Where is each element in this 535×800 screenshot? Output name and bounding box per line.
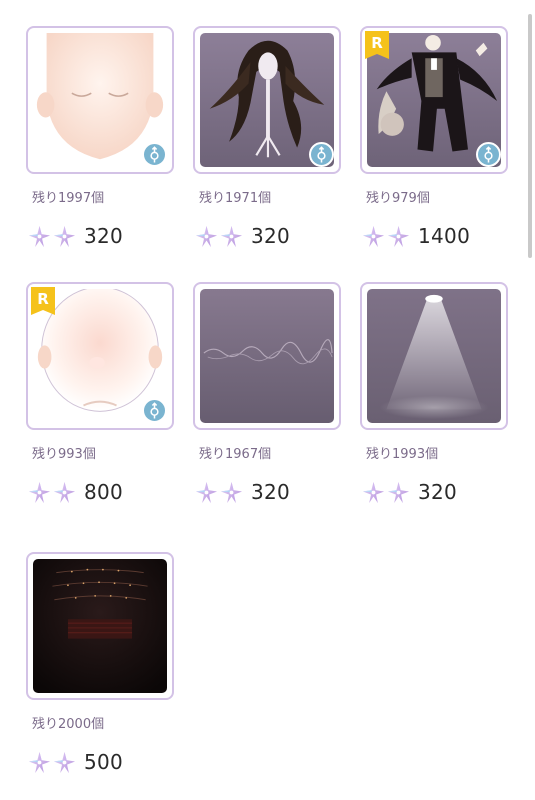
crystal-flower-icon	[53, 481, 76, 504]
price: 320	[251, 224, 291, 248]
scrollbar[interactable]	[528, 14, 532, 258]
unisex-gender-icon	[309, 142, 334, 167]
price: 500	[84, 750, 124, 774]
price-row: 500	[28, 748, 174, 776]
item-thumbnail[interactable]	[26, 26, 174, 174]
script-text-background-image	[200, 289, 334, 423]
price: 320	[251, 480, 291, 504]
item-thumbnail[interactable]	[193, 26, 341, 174]
crystal-flower-icon	[195, 481, 218, 504]
price-row: 320	[195, 222, 341, 250]
shop-item-card[interactable]: R 残り993個 800	[26, 282, 174, 506]
unisex-gender-icon	[142, 142, 167, 167]
unisex-gender-icon	[476, 142, 501, 167]
shop-item-card[interactable]: 残り1997個 320	[26, 26, 174, 250]
item-thumbnail[interactable]: R	[26, 282, 174, 430]
price: 320	[84, 224, 124, 248]
shop-item-card[interactable]: 残り2000個 500	[26, 552, 174, 776]
crystal-flower-icon	[220, 225, 243, 248]
crystal-flower-icon	[362, 225, 385, 248]
unisex-gender-icon	[142, 398, 167, 423]
remaining-count: 残り2000個	[32, 717, 105, 732]
remaining-count: 残り1997個	[32, 191, 105, 206]
crystal-flower-icon	[195, 225, 218, 248]
crystal-flower-icon	[28, 481, 51, 504]
crystal-flower-icon	[53, 751, 76, 774]
item-thumbnail[interactable]: R	[360, 26, 508, 174]
price-row: 800	[28, 478, 174, 506]
crystal-flower-icon	[387, 225, 410, 248]
price: 320	[418, 480, 458, 504]
remaining-count: 残り979個	[366, 191, 430, 206]
remaining-count: 残り993個	[32, 447, 96, 462]
shop-item-card[interactable]: 残り1993個 320	[360, 282, 508, 506]
spotlight-background-image	[367, 289, 501, 423]
price: 1400	[418, 224, 471, 248]
remaining-count: 残り1993個	[366, 447, 439, 462]
crystal-flower-icon	[387, 481, 410, 504]
item-thumbnail[interactable]	[360, 282, 508, 430]
item-thumbnail[interactable]	[193, 282, 341, 430]
crystal-flower-icon	[28, 751, 51, 774]
theater-hall-background-image	[33, 559, 167, 693]
remaining-count: 残り1967個	[199, 447, 272, 462]
price-row: 320	[28, 222, 174, 250]
price-row: 320	[362, 478, 508, 506]
crystal-flower-icon	[220, 481, 243, 504]
crystal-flower-icon	[28, 225, 51, 248]
remaining-count: 残り1971個	[199, 191, 272, 206]
crystal-flower-icon	[53, 225, 76, 248]
shop-item-card[interactable]: 残り1971個 320	[193, 26, 341, 250]
item-thumbnail[interactable]	[26, 552, 174, 700]
price: 800	[84, 480, 124, 504]
shop-item-card[interactable]: R 残り979個 1400	[360, 26, 508, 250]
crystal-flower-icon	[362, 481, 385, 504]
price-row: 1400	[362, 222, 508, 250]
shop-item-card[interactable]: 残り1967個 320	[193, 282, 341, 506]
price-row: 320	[195, 478, 341, 506]
